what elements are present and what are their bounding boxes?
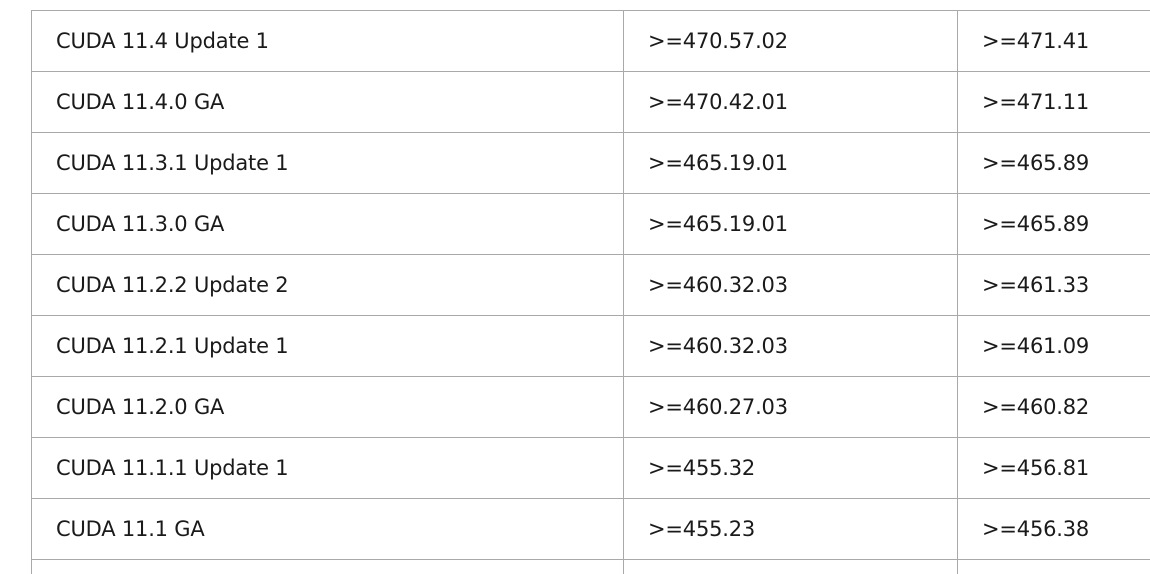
windows-driver-cell: >=456.81: [957, 437, 1150, 499]
linux-driver-cell: >=460.27.03: [623, 376, 958, 438]
cuda-version-cell: CUDA 11.4 Update 1: [31, 10, 624, 72]
cuda-version-cell: CUDA 11.2.0 GA: [31, 376, 624, 438]
cuda-driver-compatibility-table: CUDA 11.4 Update 1 >=470.57.02 >=471.41 …: [31, 10, 1150, 574]
windows-driver-cell: >=471.11: [957, 71, 1150, 133]
linux-driver-cell: >=465.19.01: [623, 193, 958, 255]
cuda-version-cell: CUDA 11.3.1 Update 1: [31, 132, 624, 194]
cuda-version-cell: CUDA 11.1 GA: [31, 498, 624, 560]
linux-driver-cell: >=460.32.03: [623, 315, 958, 377]
linux-driver-cell: >=470.57.02: [623, 10, 958, 72]
linux-driver-cell: >=455.23: [623, 498, 958, 560]
linux-driver-cell: >=455.32: [623, 437, 958, 499]
table-row: CUDA 11.1.1 Update 1 >=455.32 >=456.81: [31, 437, 1150, 499]
linux-driver-cell: >=470.42.01: [623, 71, 958, 133]
windows-driver-cell: >=461.09: [957, 315, 1150, 377]
table-row: CUDA 11.2.0 GA >=460.27.03 >=460.82: [31, 376, 1150, 438]
table-row: CUDA 11.3.1 Update 1 >=465.19.01 >=465.8…: [31, 132, 1150, 194]
windows-driver-cell: >=465.89: [957, 132, 1150, 194]
cuda-version-cell: CUDA 11.2.1 Update 1: [31, 315, 624, 377]
windows-driver-cell: >=456.38: [957, 498, 1150, 560]
table-row: CUDA 11.4 Update 1 >=470.57.02 >=471.41: [31, 10, 1150, 72]
cuda-version-cell: CUDA 11.4.0 GA: [31, 71, 624, 133]
table-row: CUDA 11.4.0 GA >=470.42.01 >=471.11: [31, 71, 1150, 133]
table-row: CUDA 11.2.1 Update 1 >=460.32.03 >=461.0…: [31, 315, 1150, 377]
linux-driver-cell: >=465.19.01: [623, 132, 958, 194]
cuda-version-cell: CUDA 11.1.1 Update 1: [31, 437, 624, 499]
empty-cell: [957, 559, 1150, 574]
empty-cell: [31, 559, 624, 574]
windows-driver-cell: >=461.33: [957, 254, 1150, 316]
cuda-version-cell: CUDA 11.3.0 GA: [31, 193, 624, 255]
table-row: CUDA 11.2.2 Update 2 >=460.32.03 >=461.3…: [31, 254, 1150, 316]
windows-driver-cell: >=471.41: [957, 10, 1150, 72]
windows-driver-cell: >=465.89: [957, 193, 1150, 255]
table-row: CUDA 11.1 GA >=455.23 >=456.38: [31, 498, 1150, 560]
table-row-cut-off: [31, 559, 1150, 574]
table-row: CUDA 11.3.0 GA >=465.19.01 >=465.89: [31, 193, 1150, 255]
linux-driver-cell: >=460.32.03: [623, 254, 958, 316]
windows-driver-cell: >=460.82: [957, 376, 1150, 438]
cuda-driver-table-container: CUDA 11.4 Update 1 >=470.57.02 >=471.41 …: [31, 10, 1150, 574]
cuda-version-cell: CUDA 11.2.2 Update 2: [31, 254, 624, 316]
empty-cell: [623, 559, 958, 574]
